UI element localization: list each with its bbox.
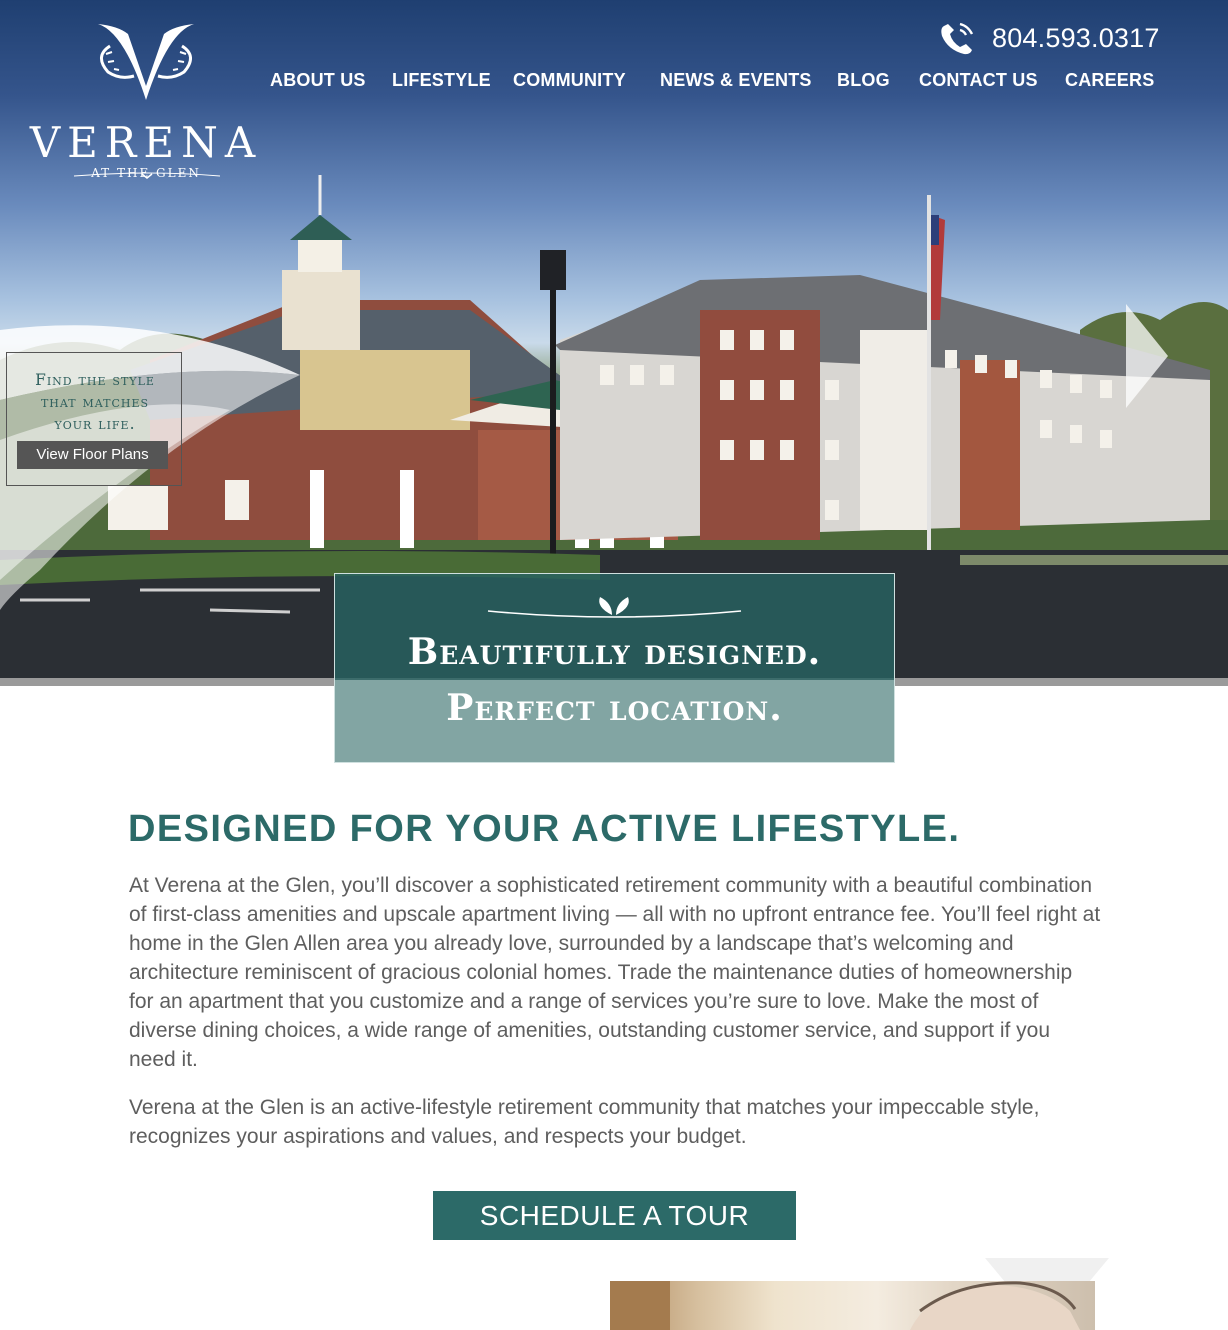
nav-news-events[interactable]: NEWS & EVENTS [660, 70, 812, 91]
nav-blog[interactable]: BLOG [837, 70, 890, 91]
leaf-ornament-icon [487, 597, 742, 618]
logo-underline-ornament-icon [73, 172, 221, 179]
logo-wordmark: VERENA [29, 118, 263, 167]
floor-plans-promo: Find the style that matches your life. V… [6, 352, 182, 486]
resident-photo-image [610, 1281, 1080, 1330]
promo-text: Find the style that matches your life. [7, 369, 183, 435]
intro-paragraph: At Verena at the Glen, you’ll discover a… [129, 874, 1101, 1071]
nav-contact-us[interactable]: CONTACT US [919, 70, 1038, 91]
tagline-banner: Beautifully designed. Perfect location. [334, 573, 895, 763]
view-floor-plans-button[interactable]: View Floor Plans [17, 441, 168, 469]
chevron-right-icon[interactable] [1124, 300, 1170, 412]
nav-about-us[interactable]: ABOUT US [270, 70, 366, 91]
promo-text-line: that matches [40, 393, 150, 411]
main-nav: ABOUT US LIFESTYLE COMMUNITY NEWS & EVEN… [268, 70, 1154, 94]
tagline-line-2: Perfect location. [446, 687, 783, 729]
phone-number[interactable]: 804.593.0317 [992, 23, 1160, 54]
resident-photo [610, 1281, 1095, 1330]
promo-text-line: your life. [54, 415, 136, 433]
nav-careers[interactable]: CAREERS [1065, 70, 1154, 91]
nav-lifestyle[interactable]: LIFESTYLE [392, 70, 491, 91]
tagline-line-1: Beautifully designed. [407, 631, 822, 673]
promo-text-line: Find the style [35, 371, 155, 389]
summary-paragraph: Verena at the Glen is an active-lifestyl… [129, 1096, 1040, 1148]
logo-emblem-icon [98, 24, 194, 100]
nav-community[interactable]: COMMUNITY [513, 70, 626, 91]
verena-logo[interactable]: VERENA AT THE GLEN [24, 16, 268, 184]
page-headline: DESIGNED FOR YOUR ACTIVE LIFESTYLE. [128, 808, 961, 850]
schedule-tour-button[interactable]: SCHEDULE A TOUR [433, 1191, 796, 1240]
phone-icon [941, 22, 974, 55]
phone-contact[interactable]: 804.593.0317 [938, 18, 1159, 58]
